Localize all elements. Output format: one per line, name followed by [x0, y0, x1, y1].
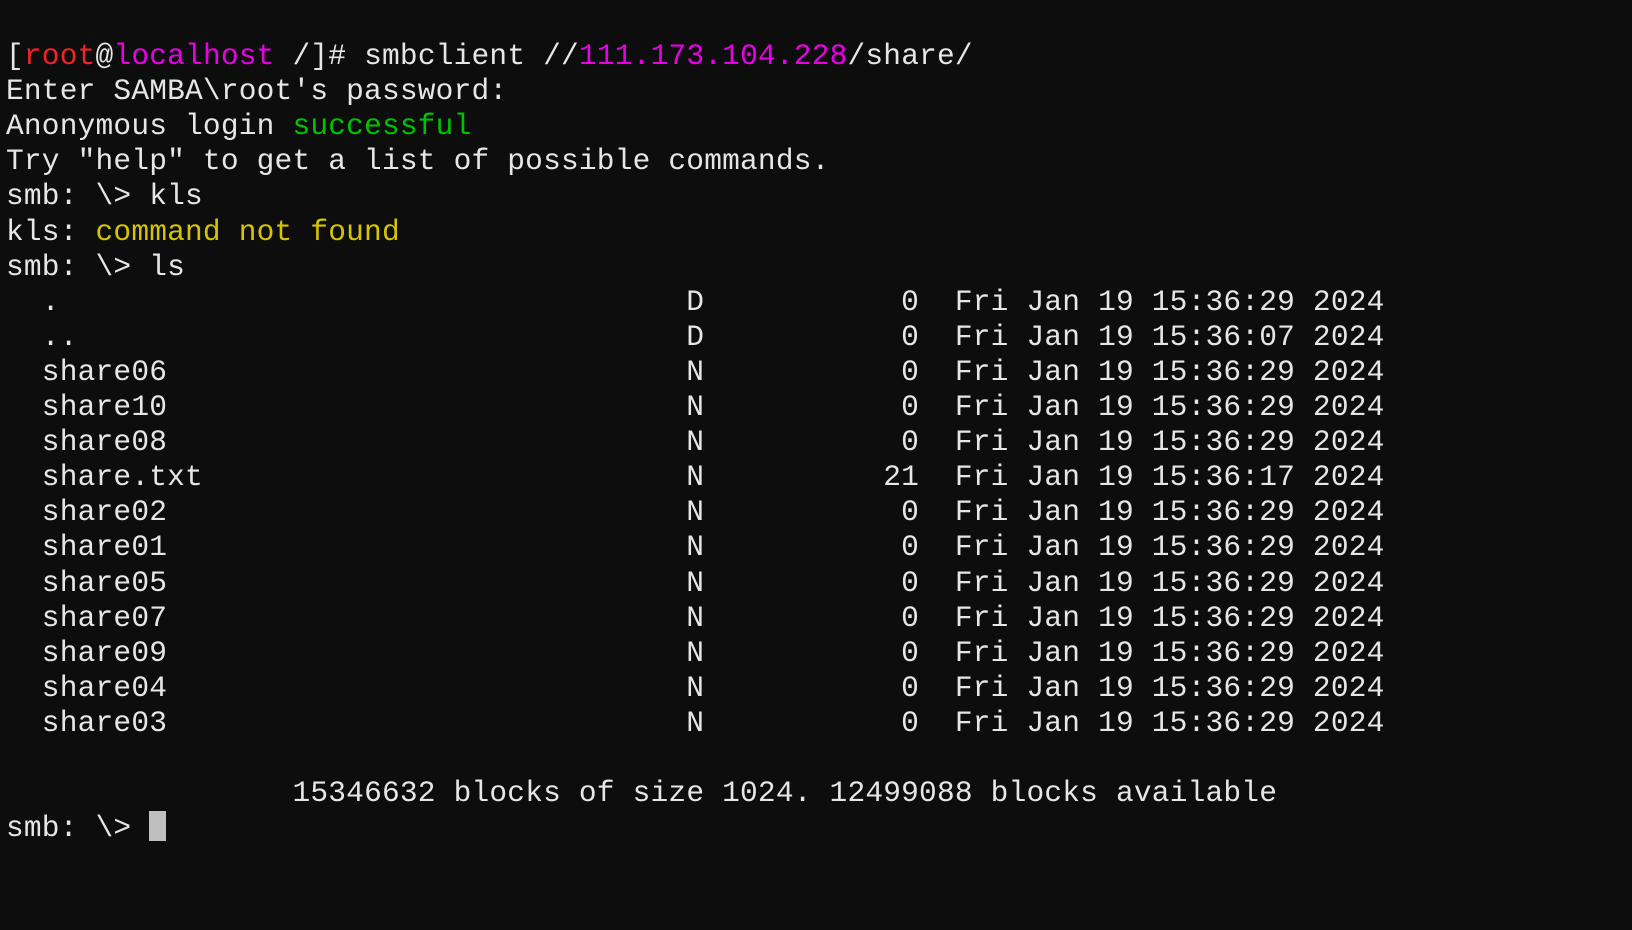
err-prefix: kls:: [6, 215, 96, 249]
cursor-icon: [149, 811, 166, 841]
smb-prompt-ls: smb: \> ls: [6, 250, 185, 284]
smb-prompt: smb: \>: [6, 250, 149, 284]
cmd-ip: 111.173.104.228: [579, 39, 848, 73]
list-item: share02 N 0 Fri Jan 19 15:36:29 2024: [6, 495, 1385, 529]
list-item: share06 N 0 Fri Jan 19 15:36:29 2024: [6, 355, 1385, 389]
prompt-line: [root@localhost /]# smbclient //111.173.…: [6, 39, 973, 73]
try-help-line: Try "help" to get a list of possible com…: [6, 144, 830, 178]
prompt-path: /: [275, 39, 311, 73]
list-item: . D 0 Fri Jan 19 15:36:29 2024: [6, 285, 1385, 319]
list-item: share05 N 0 Fri Jan 19 15:36:29 2024: [6, 566, 1385, 600]
err-msg: command not found: [96, 215, 400, 249]
list-item: .. D 0 Fri Jan 19 15:36:07 2024: [6, 320, 1385, 354]
list-item: share03 N 0 Fri Jan 19 15:36:29 2024: [6, 706, 1385, 740]
list-item: share10 N 0 Fri Jan 19 15:36:29 2024: [6, 390, 1385, 424]
cmd-kls: kls: [149, 179, 203, 213]
prompt-at: @: [96, 39, 114, 73]
cmd-smbclient-suffix: /share/: [848, 39, 973, 73]
smb-prompt: smb: \>: [6, 179, 149, 213]
list-item: share09 N 0 Fri Jan 19 15:36:29 2024: [6, 636, 1385, 670]
terminal-output[interactable]: [root@localhost /]# smbclient //111.173.…: [0, 0, 1632, 850]
error-line: kls: command not found: [6, 215, 400, 249]
cmd-ls: ls: [149, 250, 185, 284]
list-item: share08 N 0 Fri Jan 19 15:36:29 2024: [6, 425, 1385, 459]
prompt-user: root: [24, 39, 96, 73]
list-item: share07 N 0 Fri Jan 19 15:36:29 2024: [6, 601, 1385, 635]
anon-login-line: Anonymous login successful: [6, 109, 471, 143]
anon-ok: successful: [292, 109, 471, 143]
blocks-info: 15346632 blocks of size 1024. 12499088 b…: [292, 776, 1277, 810]
password-prompt: Enter SAMBA\root's password:: [6, 74, 507, 108]
smb-prompt-kls: smb: \> kls: [6, 179, 203, 213]
footer-line: 15346632 blocks of size 1024. 12499088 b…: [6, 776, 1277, 810]
list-item: share01 N 0 Fri Jan 19 15:36:29 2024: [6, 530, 1385, 564]
list-item: share.txt N 21 Fri Jan 19 15:36:17 2024: [6, 460, 1385, 494]
list-item: share04 N 0 Fri Jan 19 15:36:29 2024: [6, 671, 1385, 705]
blank-line: [6, 741, 24, 775]
prompt-close: ]#: [310, 39, 364, 73]
prompt-host: localhost: [113, 39, 274, 73]
file-listing: . D 0 Fri Jan 19 15:36:29 2024 .. D 0 Fr…: [6, 285, 1385, 740]
cmd-smbclient-prefix: smbclient //: [364, 39, 579, 73]
smb-prompt-end: smb: \>: [6, 811, 166, 845]
anon-prefix: Anonymous login: [6, 109, 292, 143]
prompt-open: [: [6, 39, 24, 73]
smb-prompt: smb: \>: [6, 811, 149, 845]
